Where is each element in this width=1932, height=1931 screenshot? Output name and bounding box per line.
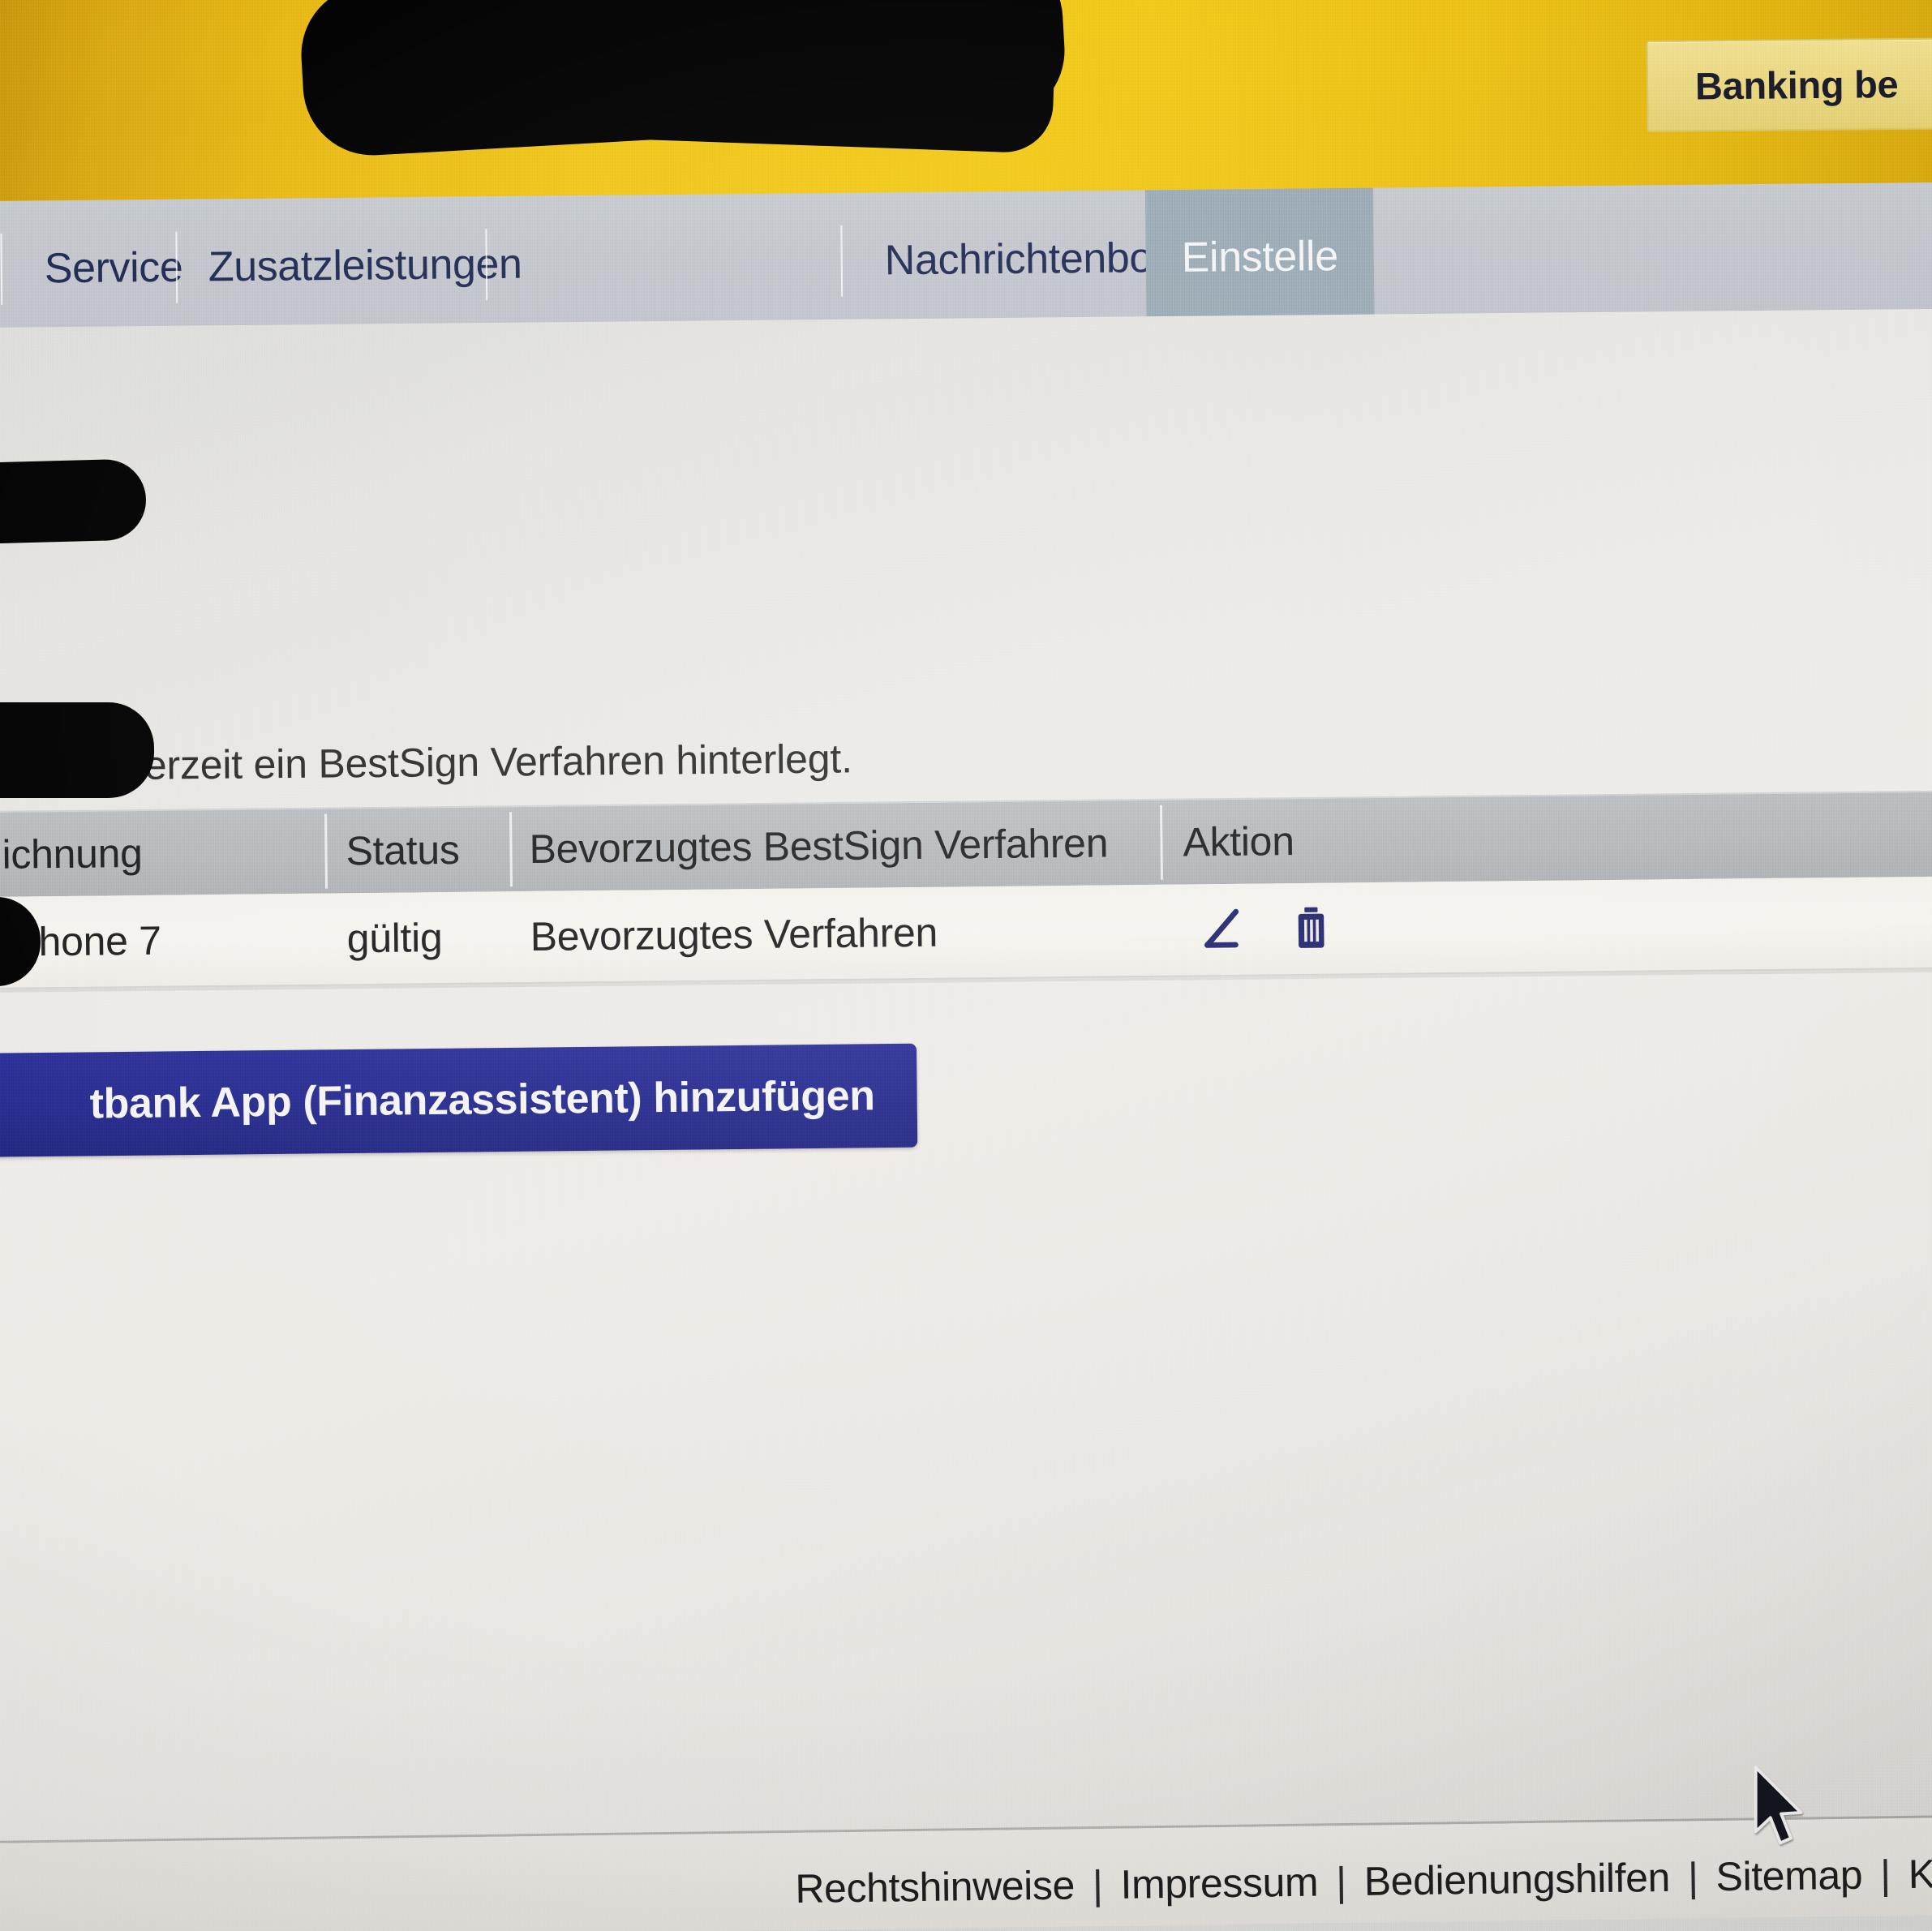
footer-link-impressum[interactable]: Impressum bbox=[1120, 1859, 1318, 1908]
nav-item-zusatzleistungen[interactable]: Zusatzleistungen bbox=[208, 196, 522, 336]
footer-separator: | bbox=[1335, 1859, 1347, 1905]
add-postbank-app-button[interactable]: tbank App (Finanzassistent) hinzufügen bbox=[0, 1043, 918, 1158]
mouse-pointer bbox=[1750, 1765, 1814, 1858]
footer-link-bedienungshilfen[interactable]: Bedienungshilfen bbox=[1363, 1854, 1670, 1905]
column-header-status: Status bbox=[346, 826, 460, 874]
column-header-verfahren: Bevorzugtes BestSign Verfahren bbox=[529, 820, 1109, 872]
footer-separator: | bbox=[1687, 1854, 1698, 1900]
nav-item-nachrichtenbox[interactable]: Nachrichtenbox bbox=[884, 190, 1174, 328]
nav-separator bbox=[840, 225, 844, 297]
bestsign-intro-text: derzeit ein BestSign Verfahren hinterleg… bbox=[122, 736, 853, 788]
nav-separator bbox=[0, 233, 3, 305]
footer-link-rechtshinweise[interactable]: Rechtshinweise bbox=[795, 1861, 1075, 1912]
edit-icon[interactable] bbox=[1195, 904, 1246, 955]
redaction-bar-account-name bbox=[0, 458, 148, 547]
table-header-divider bbox=[509, 812, 513, 887]
add-postbank-app-label: tbank App (Finanzassistent) hinzufügen bbox=[89, 1072, 875, 1128]
redaction-bar-logo-secondary bbox=[597, 0, 1058, 154]
table-header-divider bbox=[1160, 805, 1163, 880]
cell-status: gültig bbox=[346, 915, 443, 962]
footer-separator: | bbox=[1092, 1862, 1103, 1908]
monitor-screen: Banking be Service Zusatzleistungen Nach… bbox=[0, 0, 1932, 1931]
footer-link-sitemap[interactable]: Sitemap bbox=[1715, 1852, 1862, 1900]
redaction-bar-intro bbox=[0, 702, 154, 798]
column-header-bezeichnung: ichnung bbox=[2, 830, 143, 878]
bestsign-table: ichnung Status Bevorzugtes BestSign Verf… bbox=[0, 790, 1932, 993]
nav-item-einstellungen[interactable]: Einstelle bbox=[1144, 187, 1375, 327]
footer-link-kontakt[interactable]: Ko bbox=[1908, 1850, 1932, 1898]
footer-separator: | bbox=[1879, 1852, 1891, 1898]
cell-verfahren: Bevorzugtes Verfahren bbox=[530, 909, 938, 959]
trash-icon[interactable] bbox=[1287, 903, 1335, 955]
table-header-divider bbox=[324, 813, 328, 889]
nav-item-service[interactable]: Service bbox=[44, 200, 183, 337]
banking-beenden-label: Banking be bbox=[1694, 62, 1899, 108]
banking-beenden-button[interactable]: Banking be bbox=[1646, 36, 1932, 133]
column-header-aktion: Aktion bbox=[1183, 818, 1294, 865]
row-action-buttons bbox=[1195, 883, 1335, 976]
